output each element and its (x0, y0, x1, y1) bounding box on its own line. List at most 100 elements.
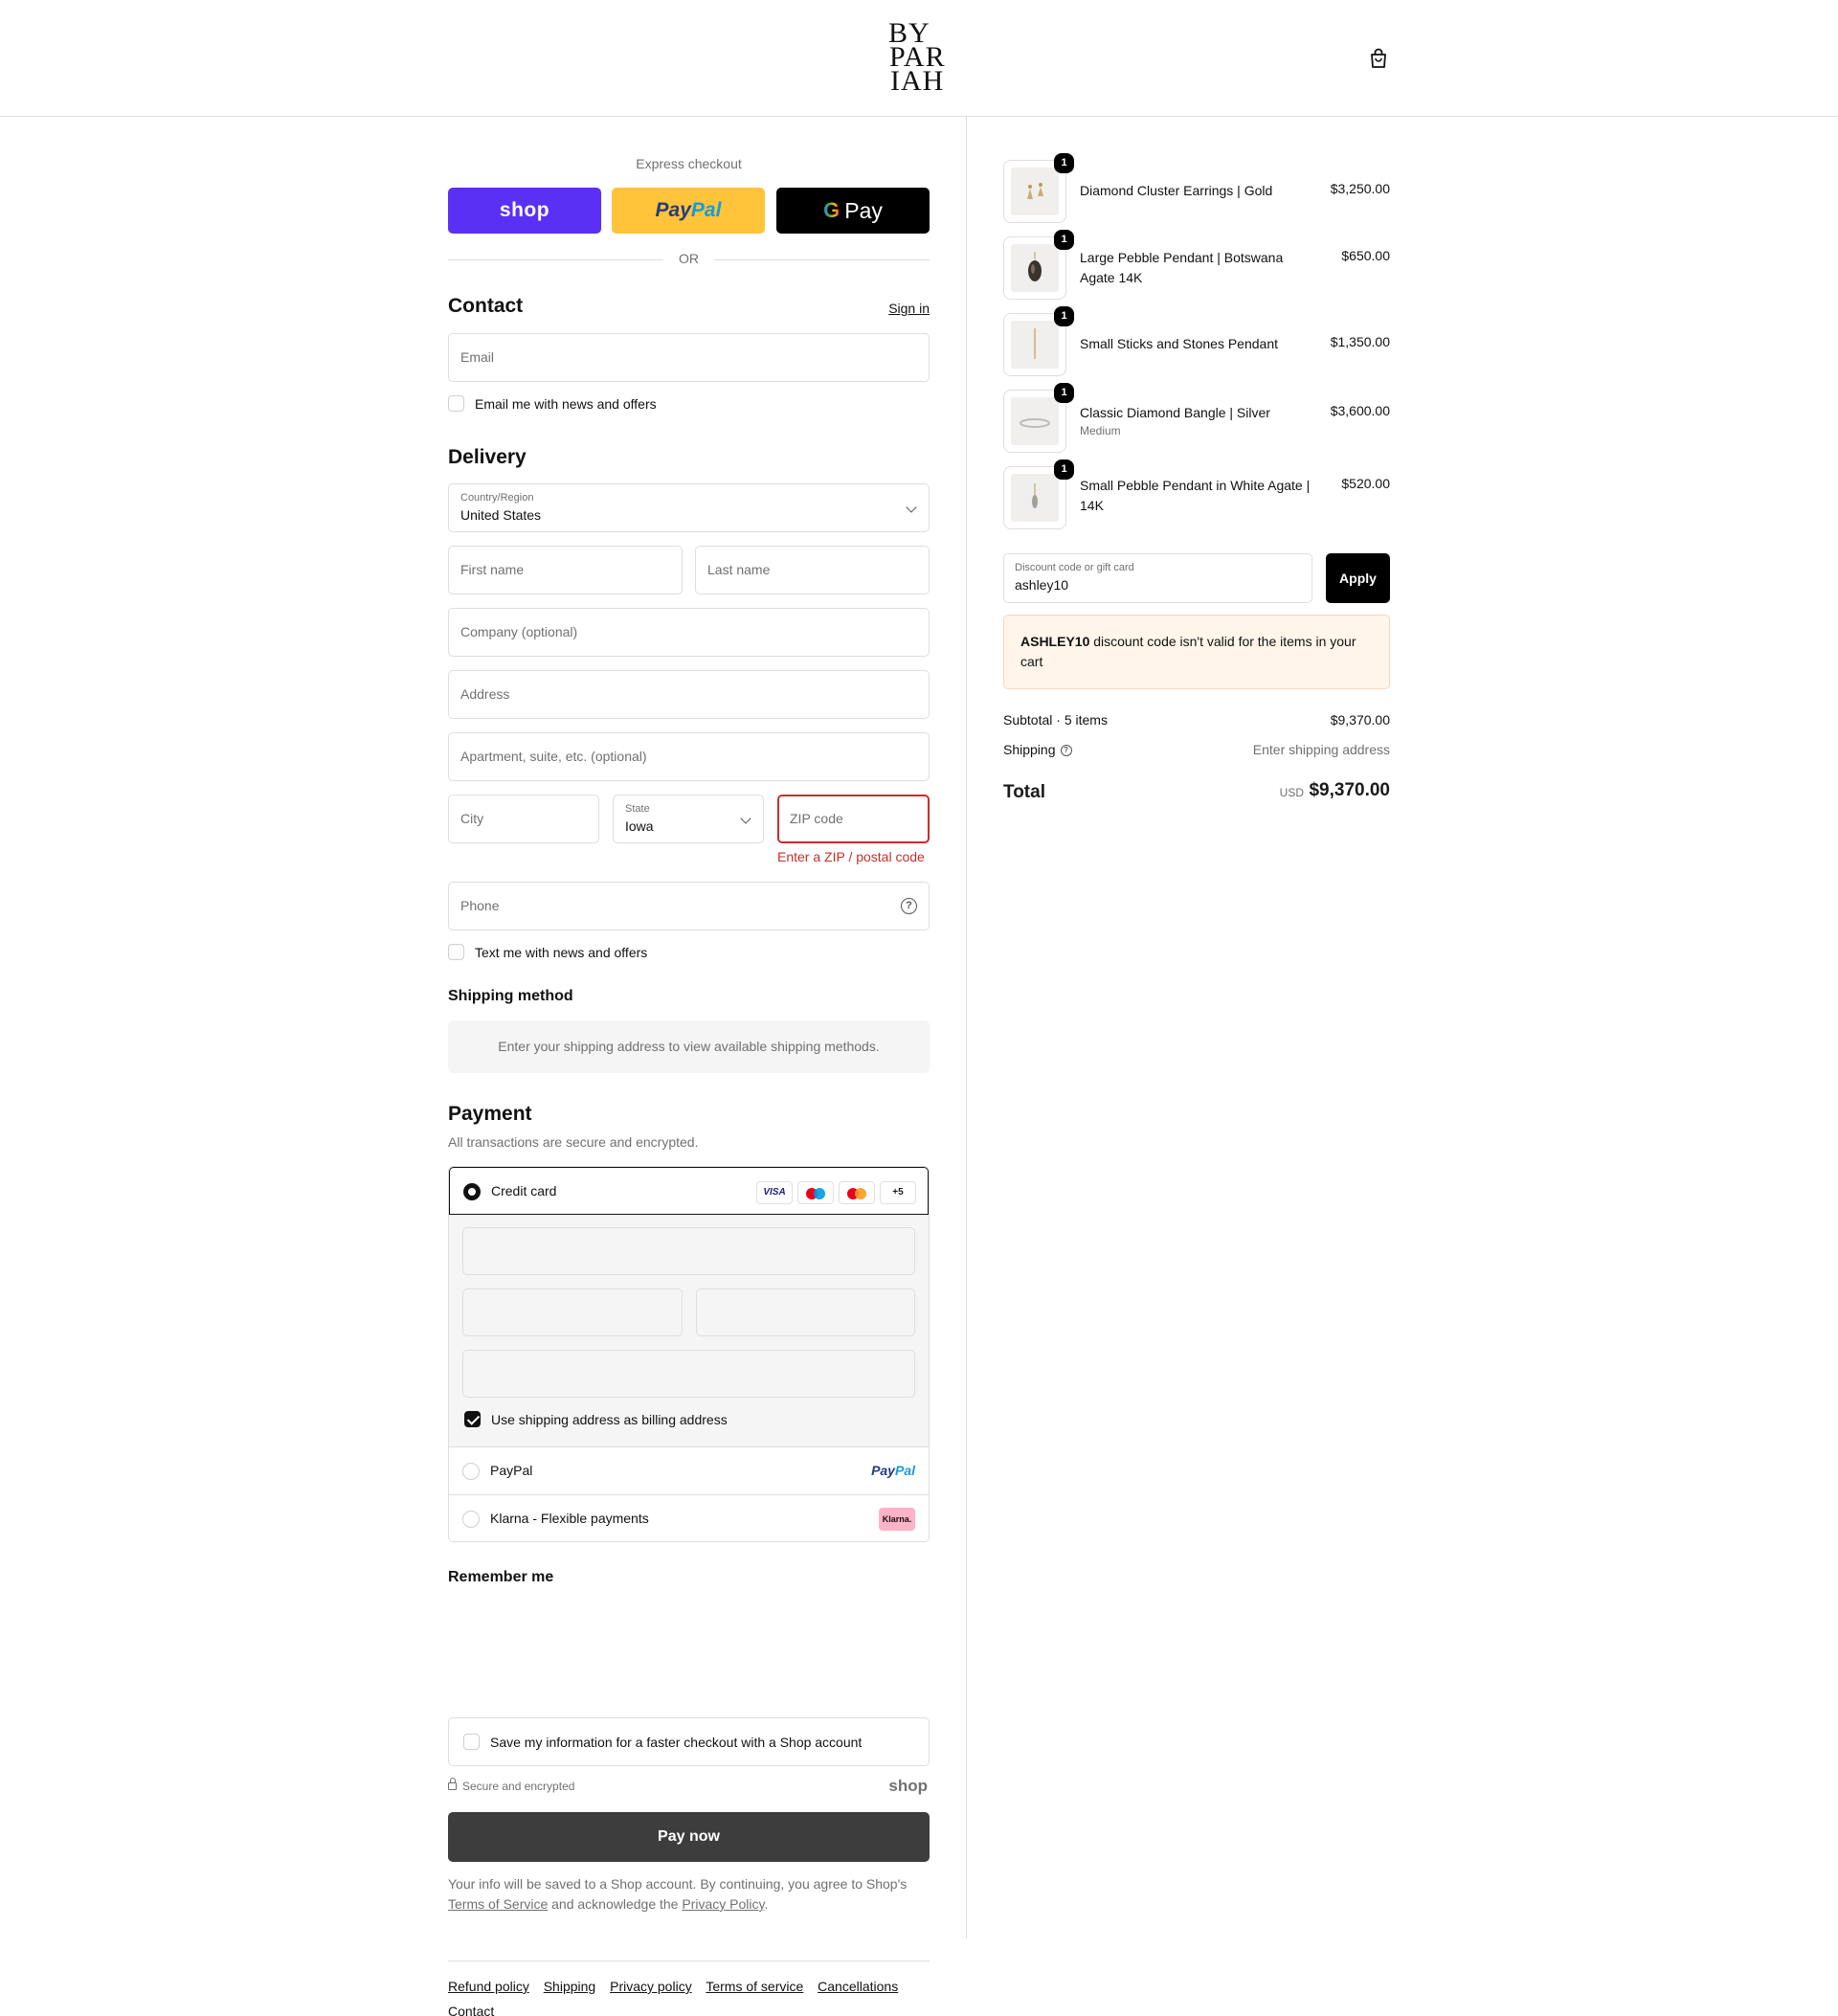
google-pay-button[interactable]: G Pay (776, 188, 930, 234)
first-name-placeholder: First name (460, 562, 525, 577)
secure-row: Secure and encrypted shop (448, 1777, 930, 1797)
legal-line: . (764, 1896, 769, 1912)
help-icon[interactable]: ? (901, 898, 917, 914)
billing-checkbox[interactable] (464, 1411, 481, 1427)
billing-checkbox-row[interactable]: Use shipping address as billing address (464, 1411, 728, 1427)
subtotal-row: Subtotal · 5 items $9,370.00 (1003, 712, 1390, 728)
paypal-option-label: PayPal (490, 1463, 533, 1478)
zip-field[interactable]: ZIP code (777, 795, 930, 843)
card-number-field[interactable] (462, 1227, 915, 1275)
item-price: $650.00 (1341, 248, 1390, 263)
email-news-checkbox[interactable] (448, 395, 464, 412)
cart-item: 1 Small Sticks and Stones Pendant $1,350… (1003, 306, 1390, 376)
paypal-logo-icon: PayPal (871, 1463, 915, 1478)
paypal-button[interactable]: Pay Pal (612, 188, 765, 234)
save-info-checkbox-row[interactable]: Save my information for a faster checkou… (463, 1734, 862, 1750)
apartment-placeholder: Apartment, suite, etc. (optional) (460, 749, 647, 764)
cart-item: 1 Large Pebble Pendant | Botswana Agate … (1003, 230, 1390, 300)
company-field[interactable]: Company (optional) (448, 608, 930, 657)
klarna-option[interactable]: Klarna - Flexible payments Klarna. (449, 1495, 929, 1541)
sms-news-checkbox[interactable] (448, 944, 464, 960)
apply-discount-button[interactable]: Apply (1326, 553, 1390, 603)
paypal-option[interactable]: PayPal PayPal (449, 1447, 929, 1495)
shipping-value: Enter shipping address (1252, 742, 1390, 757)
product-thumbnail: 1 (1003, 383, 1074, 453)
delivery-title: Delivery (448, 446, 527, 468)
address-field[interactable]: Address (448, 670, 930, 719)
item-name: Classic Diamond Bangle | Silver (1080, 405, 1270, 420)
mastercard-icon (839, 1181, 875, 1204)
shipping-method-title: Shipping method (448, 988, 573, 1004)
billing-label: Use shipping address as billing address (491, 1411, 728, 1427)
credit-card-radio[interactable] (463, 1183, 481, 1200)
zip-placeholder: ZIP code (790, 811, 843, 826)
contact-title: Contact (448, 295, 524, 317)
or-separator: OR (448, 251, 930, 270)
header: BY PAR IAH (0, 0, 1838, 117)
discount-field[interactable]: Discount code or gift card ashley10 (1003, 553, 1312, 603)
terms-of-service-link[interactable]: Terms of service (706, 1979, 803, 1994)
pay-now-button[interactable]: Pay now (448, 1812, 930, 1862)
quantity-badge: 1 (1054, 153, 1074, 173)
state-value: Iowa (625, 818, 654, 834)
klarna-radio[interactable] (462, 1511, 480, 1528)
company-placeholder: Company (optional) (460, 624, 578, 639)
shop-pay-button[interactable]: shop (448, 188, 601, 234)
shopping-bag-icon[interactable] (1369, 48, 1388, 69)
maestro-icon (797, 1181, 834, 1204)
save-info-checkbox[interactable] (463, 1734, 480, 1750)
sms-news-checkbox-row[interactable]: Text me with news and offers (448, 944, 647, 960)
footer-links: Refund policy Shipping Privacy policy Te… (448, 1974, 930, 2016)
city-placeholder: City (460, 811, 484, 826)
cancellations-link[interactable]: Cancellations (818, 1979, 898, 1994)
card-expiry-field[interactable] (462, 1288, 683, 1336)
save-info-label: Save my information for a faster checkou… (490, 1734, 863, 1750)
country-select[interactable]: Country/Region United States (448, 483, 930, 532)
first-name-field[interactable]: First name (448, 546, 683, 594)
state-label: State (625, 803, 650, 815)
item-name: Large Pebble Pendant | Botswana Agate 14… (1080, 250, 1284, 285)
payment-subtitle: All transactions are secure and encrypte… (448, 1134, 699, 1150)
item-price: $1,350.00 (1330, 334, 1390, 349)
paypal-logo-text: Pay (871, 1463, 895, 1478)
item-price: $520.00 (1341, 476, 1390, 491)
card-name-field[interactable] (462, 1350, 915, 1398)
card-cvv-field[interactable] (696, 1288, 915, 1336)
item-price: $3,600.00 (1330, 403, 1390, 418)
brand-logo[interactable]: BY PAR IAH (888, 19, 952, 97)
subtotal-value: $9,370.00 (1330, 712, 1390, 728)
paypal-radio[interactable] (462, 1463, 480, 1480)
apartment-field[interactable]: Apartment, suite, etc. (optional) (448, 732, 930, 781)
city-field[interactable]: City (448, 795, 599, 843)
visa-icon: VISA (756, 1181, 793, 1204)
product-thumbnail: 1 (1003, 153, 1074, 223)
item-name: Small Sticks and Stones Pendant (1080, 336, 1279, 351)
subtotal-label: Subtotal · 5 items (1003, 712, 1108, 728)
cart-item: 1 Diamond Cluster Earrings | Gold $3,250… (1003, 153, 1390, 223)
legal-text: Your info will be saved to a Shop accoun… (448, 1874, 930, 1915)
state-select[interactable]: State Iowa (613, 795, 764, 843)
logo-line: IAH (890, 65, 945, 97)
email-news-label: Email me with news and offers (475, 395, 657, 412)
shipping-label: Shipping (1003, 742, 1056, 757)
help-icon[interactable]: ? (1060, 745, 1072, 757)
last-name-field[interactable]: Last name (695, 546, 930, 594)
item-variant: Medium (1080, 424, 1121, 437)
secure-text: Secure and encrypted (462, 1780, 575, 1793)
shipping-link[interactable]: Shipping (544, 1979, 596, 1994)
phone-field[interactable]: Phone ? (448, 882, 930, 930)
total-currency: USD (1279, 786, 1304, 799)
refund-policy-link[interactable]: Refund policy (448, 1979, 529, 1994)
email-news-checkbox-row[interactable]: Email me with news and offers (448, 395, 657, 412)
credit-card-option[interactable]: Credit card VISA +5 (449, 1167, 929, 1215)
sign-in-link[interactable]: Sign in (888, 301, 930, 316)
klarna-logo-icon: Klarna. (879, 1508, 915, 1531)
payment-title: Payment (448, 1103, 532, 1125)
shop-terms-link[interactable]: Terms of Service (448, 1896, 548, 1912)
shipping-method-notice: Enter your shipping address to view avai… (448, 1020, 930, 1073)
email-field[interactable]: Email (448, 333, 930, 382)
contact-link[interactable]: Contact (448, 2004, 494, 2016)
shop-privacy-link[interactable]: Privacy Policy (682, 1896, 764, 1912)
privacy-policy-link[interactable]: Privacy policy (610, 1979, 692, 1994)
paypal-logo-text: Pal (894, 1463, 915, 1478)
